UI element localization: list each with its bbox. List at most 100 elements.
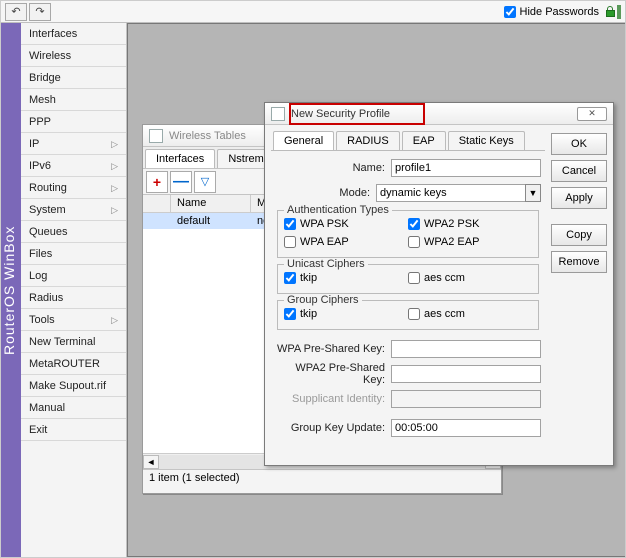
wpa-psk-input[interactable] bbox=[391, 340, 541, 358]
tab-radius[interactable]: RADIUS bbox=[336, 131, 400, 150]
sidebar-item-label: IP bbox=[29, 133, 39, 155]
chevron-down-icon[interactable]: ▼ bbox=[525, 184, 541, 202]
tab-static-keys[interactable]: Static Keys bbox=[448, 131, 525, 150]
scroll-left-icon[interactable]: ◄ bbox=[143, 455, 159, 469]
workspace: Wireless Tables Interfaces Nstreme Dua +… bbox=[127, 23, 625, 557]
tab-interfaces[interactable]: Interfaces bbox=[145, 149, 215, 168]
sidebar-item-label: Manual bbox=[29, 397, 65, 419]
sidebar-item-ip[interactable]: IP ▷ bbox=[21, 133, 126, 155]
sidebar-item-wireless[interactable]: Wireless bbox=[21, 45, 126, 67]
sidebar-item-label: Bridge bbox=[29, 67, 61, 89]
sidebar-item-label: Mesh bbox=[29, 89, 56, 111]
auth-types-group: Authentication Types WPA PSK WPA2 PSK WP… bbox=[277, 210, 539, 258]
gku-label: Group Key Update: bbox=[275, 422, 391, 434]
sidebar-item-label: Log bbox=[29, 265, 47, 287]
sidebar-item-label: System bbox=[29, 199, 66, 221]
sidebar: InterfacesWirelessBridgeMeshPPPIP▷IPv6▷R… bbox=[21, 23, 127, 557]
security-profile-dialog: New Security Profile ✕ General RADIUS EA… bbox=[264, 102, 614, 466]
wpa2-psk-check[interactable]: WPA2 PSK bbox=[408, 215, 532, 233]
sidebar-item-exit[interactable]: Exit bbox=[21, 419, 126, 441]
cancel-button[interactable]: Cancel bbox=[551, 160, 607, 182]
sidebar-item-label: Radius bbox=[29, 287, 63, 309]
group-tkip-check[interactable]: tkip bbox=[284, 305, 408, 323]
sidebar-item-label: Exit bbox=[29, 419, 47, 441]
security-profile-title[interactable]: New Security Profile ✕ bbox=[265, 103, 613, 125]
status-bar-icon bbox=[617, 5, 621, 19]
sidebar-item-label: New Terminal bbox=[29, 331, 95, 353]
brand-strip: RouterOS WinBox bbox=[1, 23, 21, 557]
sidebar-item-log[interactable]: Log bbox=[21, 265, 126, 287]
group-aes-check[interactable]: aes ccm bbox=[408, 305, 532, 323]
apply-button[interactable]: Apply bbox=[551, 187, 607, 209]
sidebar-item-bridge[interactable]: Bridge bbox=[21, 67, 126, 89]
tab-eap[interactable]: EAP bbox=[402, 131, 446, 150]
chevron-right-icon: ▷ bbox=[111, 199, 118, 221]
sidebar-item-label: Interfaces bbox=[29, 23, 77, 45]
sidebar-item-label: Files bbox=[29, 243, 52, 265]
name-input[interactable] bbox=[391, 159, 541, 177]
sidebar-item-metarouter[interactable]: MetaROUTER bbox=[21, 353, 126, 375]
wpa-eap-check[interactable]: WPA EAP bbox=[284, 233, 408, 251]
gku-input[interactable] bbox=[391, 419, 541, 437]
sidebar-item-label: Routing bbox=[29, 177, 67, 199]
hide-passwords-checkbox[interactable] bbox=[504, 6, 516, 18]
mode-input[interactable] bbox=[376, 184, 525, 202]
wpa-psk-check[interactable]: WPA PSK bbox=[284, 215, 408, 233]
sidebar-item-label: MetaROUTER bbox=[29, 353, 100, 375]
mode-combo[interactable]: ▼ bbox=[376, 184, 541, 202]
col-name[interactable]: Name bbox=[171, 195, 251, 212]
sidebar-item-mesh[interactable]: Mesh bbox=[21, 89, 126, 111]
sidebar-item-queues[interactable]: Queues bbox=[21, 221, 126, 243]
sidebar-item-tools[interactable]: Tools ▷ bbox=[21, 309, 126, 331]
name-label: Name: bbox=[275, 162, 391, 174]
unicast-tkip-check[interactable]: tkip bbox=[284, 269, 408, 287]
wpa-psk-label: WPA Pre-Shared Key: bbox=[275, 343, 391, 355]
lock-icon bbox=[605, 6, 615, 18]
dialog-tabs: General RADIUS EAP Static Keys bbox=[271, 129, 545, 151]
sidebar-item-label: Tools bbox=[29, 309, 55, 331]
sidebar-item-routing[interactable]: Routing ▷ bbox=[21, 177, 126, 199]
undo-button[interactable]: ↶ bbox=[5, 3, 27, 21]
statusbar: 1 item (1 selected) bbox=[143, 469, 501, 487]
sidebar-item-make-supout-rif[interactable]: Make Supout.rif bbox=[21, 375, 126, 397]
unicast-aes-check[interactable]: aes ccm bbox=[408, 269, 532, 287]
topbar: ↶ ↷ Hide Passwords bbox=[1, 1, 625, 23]
redo-button[interactable]: ↷ bbox=[29, 3, 51, 21]
sidebar-item-label: Wireless bbox=[29, 45, 71, 67]
close-icon[interactable]: ✕ bbox=[577, 107, 607, 121]
sidebar-item-radius[interactable]: Radius bbox=[21, 287, 126, 309]
remove-button[interactable]: — bbox=[170, 171, 192, 193]
tab-general[interactable]: General bbox=[273, 131, 334, 150]
window-icon bbox=[149, 129, 163, 143]
sidebar-item-manual[interactable]: Manual bbox=[21, 397, 126, 419]
chevron-right-icon: ▷ bbox=[111, 177, 118, 199]
wpa2-psk-label: WPA2 Pre-Shared Key: bbox=[275, 362, 391, 386]
supplicant-input bbox=[391, 390, 541, 408]
supplicant-label: Supplicant Identity: bbox=[275, 393, 391, 405]
window-icon bbox=[271, 107, 285, 121]
filter-button[interactable]: ▽ bbox=[194, 171, 216, 193]
sidebar-item-files[interactable]: Files bbox=[21, 243, 126, 265]
sidebar-item-interfaces[interactable]: Interfaces bbox=[21, 23, 126, 45]
sidebar-item-ipv6[interactable]: IPv6▷ bbox=[21, 155, 126, 177]
sidebar-item-label: IPv6 bbox=[29, 155, 51, 177]
wpa2-eap-check[interactable]: WPA2 EAP bbox=[408, 233, 532, 251]
add-button[interactable]: + bbox=[146, 171, 168, 193]
ok-button[interactable]: OK bbox=[551, 133, 607, 155]
group-ciphers-group: Group Ciphers tkip aes ccm bbox=[277, 300, 539, 330]
sidebar-item-label: Make Supout.rif bbox=[29, 375, 106, 397]
chevron-right-icon: ▷ bbox=[111, 133, 118, 155]
sidebar-item-new-terminal[interactable]: New Terminal bbox=[21, 331, 126, 353]
wpa2-psk-input[interactable] bbox=[391, 365, 541, 383]
hide-passwords-toggle[interactable]: Hide Passwords bbox=[504, 6, 599, 18]
mode-label: Mode: bbox=[275, 187, 376, 199]
chevron-right-icon: ▷ bbox=[111, 309, 118, 331]
hide-passwords-label: Hide Passwords bbox=[520, 6, 599, 18]
sidebar-item-system[interactable]: System ▷ bbox=[21, 199, 126, 221]
unicast-ciphers-group: Unicast Ciphers tkip aes ccm bbox=[277, 264, 539, 294]
dialog-buttons: OK Cancel Apply Copy Remove bbox=[551, 133, 607, 273]
remove-button[interactable]: Remove bbox=[551, 251, 607, 273]
sidebar-item-label: Queues bbox=[29, 221, 68, 243]
copy-button[interactable]: Copy bbox=[551, 224, 607, 246]
sidebar-item-ppp[interactable]: PPP bbox=[21, 111, 126, 133]
